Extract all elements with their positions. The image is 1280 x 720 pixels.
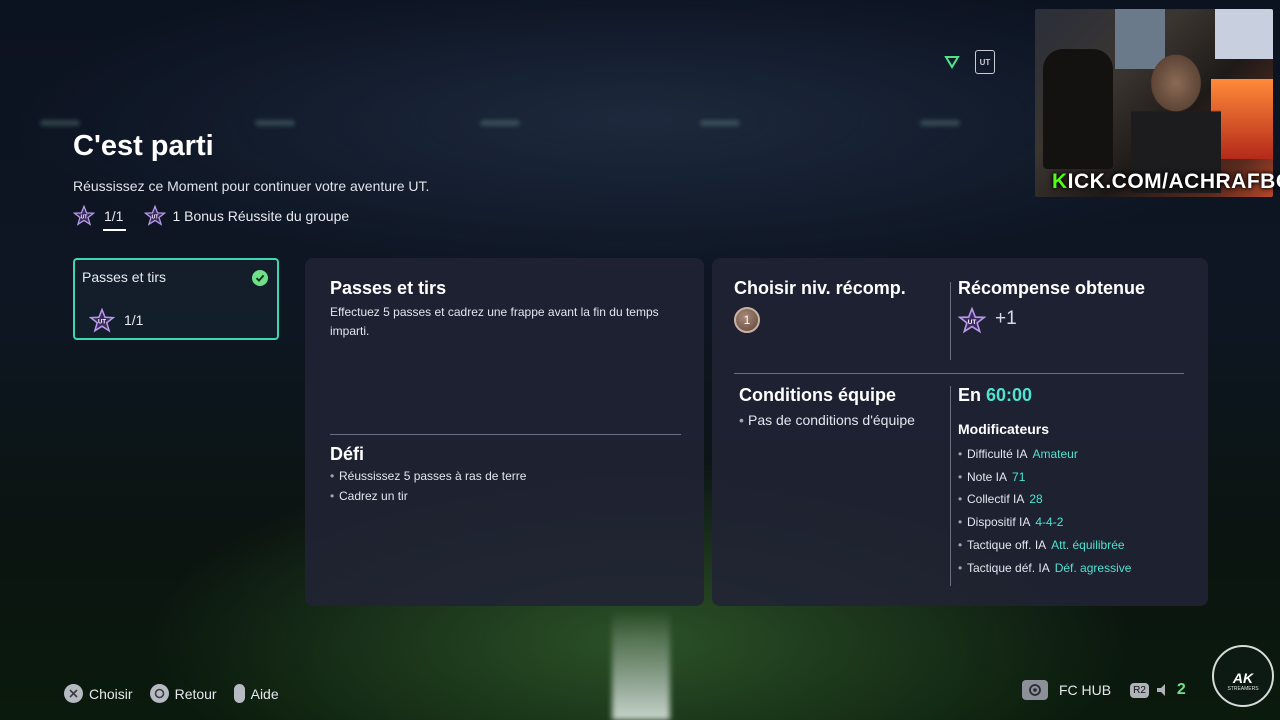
modifier-item: Difficulté IA Amateur xyxy=(958,443,1131,466)
modifier-value: 4-4-2 xyxy=(1035,515,1064,530)
notification-count: 2 xyxy=(1176,681,1186,698)
kick-k: K xyxy=(1052,170,1068,193)
ut-star-icon: UT xyxy=(73,205,95,226)
help-button[interactable]: Aide xyxy=(233,684,279,703)
reward-obtained-title: Récompense obtenue xyxy=(958,278,1146,298)
time-value: 60:00 xyxy=(986,385,1033,405)
challenge-item: Cadrez un tir xyxy=(330,486,526,506)
challenge-list: Réussissez 5 passes à ras de terre Cadre… xyxy=(330,466,526,506)
objective-description: Effectuez 5 passes et cadrez une frappe … xyxy=(330,305,659,338)
logo-subtext: STREAMERS xyxy=(1227,686,1259,692)
modifier-label: Note IA xyxy=(967,469,1008,484)
back-label: Retour xyxy=(174,685,217,702)
ut-badge-icon: UT xyxy=(975,50,995,74)
divider xyxy=(330,434,681,435)
ak-streamers-logo: AK STREAMERS xyxy=(1212,645,1274,707)
r2-button-icon: R2 xyxy=(1130,682,1149,698)
modifier-value: Déf. agressive xyxy=(1054,560,1132,575)
circle-button-icon xyxy=(149,684,169,703)
modifier-label: Dispositif IA xyxy=(967,515,1031,530)
svg-text:UT: UT xyxy=(968,319,977,326)
choose-label: Choisir xyxy=(89,685,133,702)
choose-button[interactable]: Choisir xyxy=(64,684,133,703)
check-icon xyxy=(252,270,268,286)
modifier-label: Collectif IA xyxy=(967,492,1025,507)
team-conditions-list: Pas de conditions d'équipe xyxy=(739,409,915,431)
svg-text:UT: UT xyxy=(152,214,160,220)
ut-star-icon: UT xyxy=(144,205,167,226)
challenge-title: Défi xyxy=(330,444,365,464)
modifier-value: Amateur xyxy=(1032,447,1078,461)
modifier-item: Tactique déf. IA Déf. agressive xyxy=(958,557,1131,580)
controller-hints: Choisir Retour Aide xyxy=(64,684,296,703)
page-subtitle: Réussissez ce Moment pour continuer votr… xyxy=(73,178,430,194)
kick-channel-label: KICK.COM/ACHRAFBOU.6 xyxy=(1052,170,1280,194)
logo-text: AK xyxy=(1232,670,1254,686)
modifier-item: Tactique off. IA Att. équilibrée xyxy=(958,534,1131,557)
fc-hub-icon xyxy=(1022,680,1048,700)
group-bonus-label: 1 Bonus Réussite du groupe xyxy=(172,208,350,224)
progress-row: UT 1/1 UT 1 Bonus Réussite du groupe xyxy=(73,205,349,231)
bottom-right-hints: FC HUB R2 2 xyxy=(1022,680,1186,700)
back-button[interactable]: Retour xyxy=(149,684,217,703)
modifier-value: 28 xyxy=(1029,492,1043,507)
modifier-item: Note IA 71 xyxy=(958,466,1131,489)
group-bonus: UT 1 Bonus Réussite du groupe xyxy=(144,205,349,227)
top-status-icons: UT xyxy=(944,50,995,74)
modifier-value: 71 xyxy=(1012,469,1026,484)
choose-reward-level-title: Choisir niv. récomp. xyxy=(734,278,906,298)
challenge-item: Réussissez 5 passes à ras de terre xyxy=(330,466,526,486)
progress-count: 1/1 xyxy=(102,208,127,231)
modifier-value: Att. équilibrée xyxy=(1051,537,1125,552)
gaming-chair xyxy=(1043,49,1113,169)
page-title: C'est parti xyxy=(73,130,214,162)
time-prefix: En xyxy=(958,385,982,405)
team-conditions-title: Conditions équipe xyxy=(739,385,896,405)
svg-text:UT: UT xyxy=(98,320,106,326)
modifier-item: Collectif IA 28 xyxy=(958,488,1131,511)
modifier-label: Tactique déf. IA xyxy=(967,560,1050,575)
reward-level-coin[interactable]: 1 xyxy=(734,307,760,333)
kick-url: ICK.COM/ACHRAFBOU.6 xyxy=(1067,170,1280,193)
pitch-line xyxy=(612,610,670,720)
webcam-overlay xyxy=(1035,9,1273,197)
cross-button-icon xyxy=(64,684,83,703)
svg-text:UT: UT xyxy=(81,214,89,220)
objective-description-panel: Passes et tirs Effectuez 5 passes et cad… xyxy=(305,258,704,606)
divider xyxy=(734,373,1184,374)
touchpad-button-icon xyxy=(233,684,245,703)
match-time: En 60:00 xyxy=(958,385,1032,406)
objective-label: Passes et tirs xyxy=(82,269,167,285)
reward-amount: +1 xyxy=(995,308,1017,329)
ut-star-icon: UT xyxy=(89,308,115,333)
team-condition-item: Pas de conditions d'équipe xyxy=(739,409,915,431)
triangle-down-icon xyxy=(944,56,960,69)
reward-conditions-panel: Choisir niv. récomp. 1 Récompense obtenu… xyxy=(712,258,1208,606)
divider xyxy=(950,386,951,586)
modifiers-list: Difficulté IA Amateur Note IA 71 Collectif… xyxy=(958,443,1131,579)
objective-count: 1/1 xyxy=(124,312,144,328)
fc-hub-button[interactable]: FC HUB xyxy=(1059,682,1111,698)
divider xyxy=(950,282,951,360)
ut-star-icon: UT xyxy=(958,307,986,334)
modifier-item: Dispositif IA 4-4-2 xyxy=(958,511,1131,534)
modifiers-title: Modificateurs xyxy=(958,421,1050,437)
objective-title: Passes et tirs xyxy=(330,278,447,298)
modifier-label: Difficulté IA xyxy=(967,447,1028,461)
modifier-label: Tactique off. IA xyxy=(967,537,1047,552)
speaker-icon xyxy=(1156,684,1165,696)
poster-image xyxy=(1215,9,1273,59)
objective-card-passes-et-tirs[interactable]: Passes et tirs UT 1/1 xyxy=(73,258,279,340)
help-label: Aide xyxy=(250,685,279,702)
